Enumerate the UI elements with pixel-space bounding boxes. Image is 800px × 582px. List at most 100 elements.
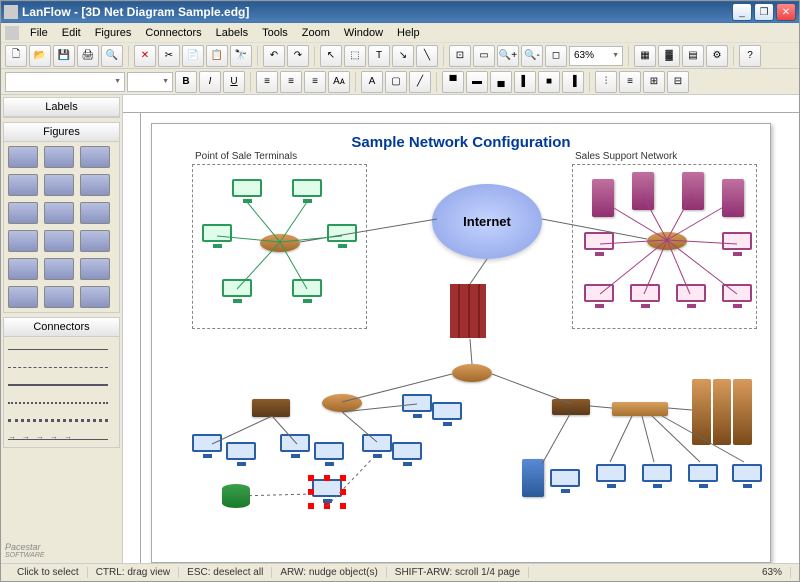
conn-dotted[interactable] (8, 398, 108, 404)
underline-icon[interactable]: U (223, 71, 245, 93)
switch-left[interactable] (252, 399, 290, 417)
align-left-icon[interactable]: ≡ (256, 71, 278, 93)
menu-help[interactable]: Help (390, 25, 427, 41)
distribute-h-icon[interactable]: ⫶ (595, 71, 617, 93)
shape-firewall[interactable] (44, 230, 74, 252)
pos-terminal[interactable] (292, 279, 322, 305)
align-b-icon[interactable]: ▄ (490, 71, 512, 93)
workstation-selected[interactable] (312, 479, 342, 505)
print-icon[interactable]: 🖨 (77, 45, 99, 67)
caps-icon[interactable]: Aᴀ (328, 71, 350, 93)
zoom-fit-icon[interactable]: ⊡ (449, 45, 471, 67)
workstation[interactable] (596, 464, 626, 490)
core-router[interactable] (452, 364, 492, 382)
sales-server[interactable] (632, 172, 654, 210)
pos-terminal[interactable] (222, 279, 252, 305)
workstation[interactable] (226, 442, 256, 468)
pos-terminal[interactable] (202, 224, 232, 250)
labels-panel-head[interactable]: Labels (4, 98, 119, 117)
hub-right[interactable] (612, 402, 668, 416)
workstation[interactable] (192, 434, 222, 460)
align-r-icon[interactable]: ▐ (562, 71, 584, 93)
align-l-icon[interactable]: ▌ (514, 71, 536, 93)
conn-thick[interactable] (8, 380, 108, 386)
menu-figures[interactable]: Figures (88, 25, 139, 41)
connectors-panel-head[interactable]: Connectors (4, 318, 119, 337)
figures-panel-head[interactable]: Figures (4, 123, 119, 142)
open-icon[interactable]: 📂 (29, 45, 51, 67)
sales-pc[interactable] (584, 232, 614, 258)
sales-server[interactable] (682, 172, 704, 210)
workstation[interactable] (550, 469, 580, 495)
size-select[interactable] (127, 72, 173, 92)
shape-printer[interactable] (44, 258, 74, 280)
workstation[interactable] (314, 442, 344, 468)
align-center-icon[interactable]: ≡ (280, 71, 302, 93)
shape-switch[interactable] (80, 174, 110, 196)
menu-labels[interactable]: Labels (209, 25, 255, 41)
shape-db[interactable] (80, 230, 110, 252)
grid-icon[interactable]: ▓ (658, 45, 680, 67)
sales-pc[interactable] (630, 284, 660, 310)
maximize-button[interactable]: ❐ (754, 3, 774, 21)
zoom-select[interactable]: 63% (569, 46, 623, 66)
layers-icon[interactable]: ▤ (682, 45, 704, 67)
group-icon[interactable]: ⊞ (643, 71, 665, 93)
internet-cloud[interactable]: Internet (432, 184, 542, 259)
shape-wap[interactable] (8, 230, 38, 252)
delete-icon[interactable]: ✕ (134, 45, 156, 67)
paste-icon[interactable]: 📋 (206, 45, 228, 67)
server-rack[interactable] (692, 379, 752, 445)
shape-patch[interactable] (44, 286, 74, 308)
workstation[interactable] (280, 434, 310, 460)
shape-router[interactable] (8, 202, 38, 224)
menu-file[interactable]: File (23, 25, 55, 41)
database[interactable] (222, 484, 250, 508)
firewall[interactable] (450, 284, 486, 338)
menu-zoom[interactable]: Zoom (295, 25, 337, 41)
line-color-icon[interactable]: ╱ (409, 71, 431, 93)
ungroup-icon[interactable]: ⊟ (667, 71, 689, 93)
line-icon[interactable]: ╲ (416, 45, 438, 67)
pos-terminal[interactable] (232, 179, 262, 205)
undo-icon[interactable]: ↶ (263, 45, 285, 67)
align-right-icon[interactable]: ≡ (304, 71, 326, 93)
redo-icon[interactable]: ↷ (287, 45, 309, 67)
shape-bridge[interactable] (80, 286, 110, 308)
workstation[interactable] (732, 464, 762, 490)
text-color-icon[interactable]: A (361, 71, 383, 93)
canvas[interactable]: Sample Network Configuration Point of Sa… (141, 113, 799, 563)
distribute-v-icon[interactable]: ≡ (619, 71, 641, 93)
new-icon[interactable]: 🗋 (5, 45, 27, 67)
shape-server[interactable] (80, 146, 110, 168)
conn-solid[interactable] (8, 344, 108, 350)
shape-cloud[interactable] (8, 258, 38, 280)
copy-icon[interactable]: 📄 (182, 45, 204, 67)
conn-dashed[interactable] (8, 362, 108, 368)
workstation-tower[interactable] (522, 459, 544, 497)
help-icon[interactable]: ? (739, 45, 761, 67)
bold-icon[interactable]: B (175, 71, 197, 93)
sales-pc[interactable] (584, 284, 614, 310)
props-icon[interactable]: ⚙ (706, 45, 728, 67)
shape-laptop[interactable] (8, 174, 38, 196)
shape-tower[interactable] (44, 146, 74, 168)
align-m-icon[interactable]: ▬ (466, 71, 488, 93)
sales-pc[interactable] (722, 232, 752, 258)
zoom-in-icon[interactable]: 🔍+ (497, 45, 519, 67)
diagram-page[interactable]: Sample Network Configuration Point of Sa… (151, 123, 771, 563)
align-t-icon[interactable]: ▀ (442, 71, 464, 93)
workstation[interactable] (402, 394, 432, 420)
menu-connectors[interactable]: Connectors (138, 25, 208, 41)
minimize-button[interactable]: _ (732, 3, 752, 21)
align-c-icon[interactable]: ■ (538, 71, 560, 93)
sales-router[interactable] (647, 232, 687, 250)
connector-icon[interactable]: ↘ (392, 45, 414, 67)
save-icon[interactable]: 💾 (53, 45, 75, 67)
preview-icon[interactable]: 🔍 (101, 45, 123, 67)
sales-pc[interactable] (722, 284, 752, 310)
workstation[interactable] (392, 442, 422, 468)
cut-icon[interactable]: ✂ (158, 45, 180, 67)
pos-router[interactable] (260, 234, 300, 252)
pos-terminal[interactable] (327, 224, 357, 250)
